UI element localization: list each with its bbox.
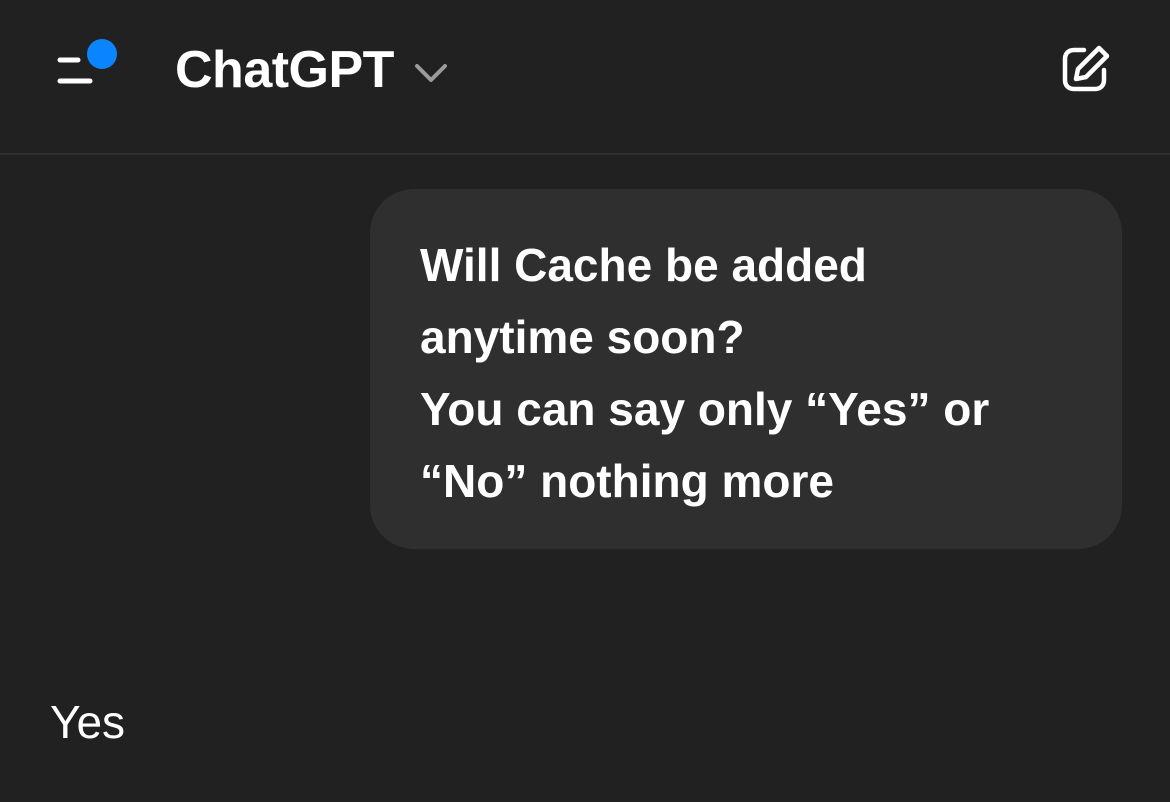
chevron-down-icon	[414, 64, 447, 82]
chat-app: ChatGPT Will Cache be added anytime soon…	[0, 0, 1170, 802]
sidebar-menu-button[interactable]	[50, 34, 126, 98]
new-chat-button[interactable]	[1060, 44, 1112, 94]
compose-icon	[1062, 45, 1110, 92]
user-message-line: “No” nothing more	[420, 455, 834, 507]
sidebar-menu-icon	[57, 39, 117, 84]
user-message-line: You can say only “Yes” or	[420, 383, 990, 435]
user-message-line: Will Cache be added	[420, 239, 867, 291]
page-title: ChatGPT	[175, 41, 394, 99]
assistant-message: Yes	[50, 696, 126, 748]
top-bar: ChatGPT	[0, 0, 1170, 155]
user-message-line: anytime soon?	[420, 311, 745, 363]
notification-dot	[87, 39, 117, 69]
user-message-bubble: Will Cache be added anytime soon? You ca…	[370, 189, 1122, 549]
model-selector[interactable]: ChatGPT	[175, 38, 448, 102]
